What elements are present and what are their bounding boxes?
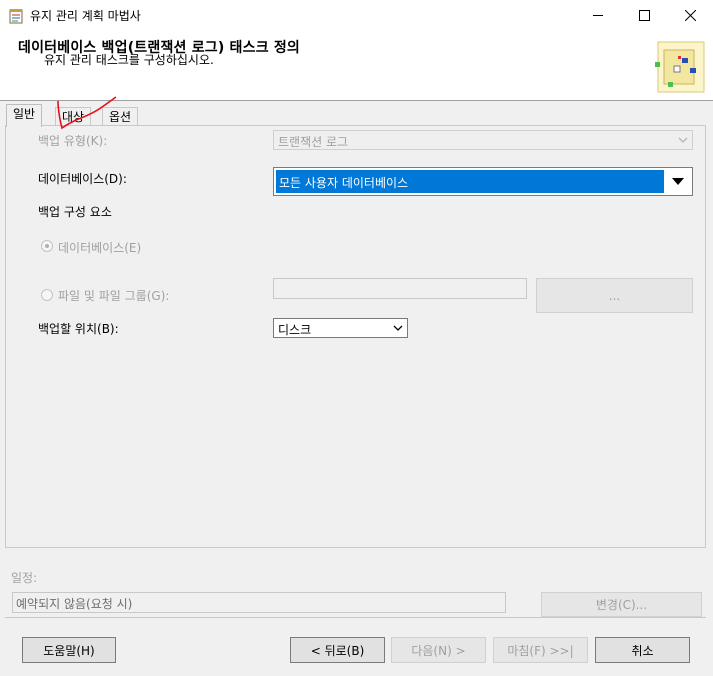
footer-divider [5,617,706,618]
database-dropdown-button[interactable] [665,169,691,194]
radio-files-filegroups[interactable] [41,289,53,301]
dropdown-arrow-icon [672,177,684,185]
finish-button[interactable]: 마침(F) >>| [493,637,588,663]
wizard-graphic-icon [655,41,705,93]
cancel-button[interactable]: 취소 [595,637,690,663]
wizard-app-icon [9,9,23,24]
window-title: 유지 관리 계획 마법사 [30,9,141,23]
close-button[interactable] [667,0,713,31]
files-filegroups-input[interactable] [273,278,527,299]
schedule-field: 예약되지 않음(요청 시) [12,592,506,613]
backup-to-value: 디스크 [278,323,312,337]
backup-type-select[interactable]: 트랜잭션 로그 [273,130,693,150]
radio-files-label: 파일 및 파일 그룹(G): [58,289,170,303]
radio-database[interactable] [41,240,53,252]
help-button[interactable]: 도움말(H) [22,637,116,663]
back-button[interactable]: < 뒤로(B) [290,637,385,663]
maximize-button[interactable] [621,0,667,31]
database-select[interactable]: 모든 사용자 데이터베이스 [273,167,693,196]
schedule-label: 일정: [11,571,38,585]
chevron-down-icon [393,325,403,331]
minimize-button[interactable] [575,0,621,31]
backup-component-label: 백업 구성 요소 [38,205,112,219]
tab-general[interactable]: 일반 [6,104,43,127]
backup-type-value: 트랜잭션 로그 [278,135,349,149]
backup-type-label: 백업 유형(K): [38,134,108,148]
backup-to-label: 백업할 위치(B): [38,322,119,336]
browse-files-button[interactable]: ... [536,278,693,313]
tab-destination[interactable]: 대상 [55,107,92,127]
schedule-change-button[interactable]: 변경(C)... [541,592,702,617]
chevron-down-icon [678,137,688,143]
database-value: 모든 사용자 데이터베이스 [279,176,409,190]
radio-database-label: 데이터베이스(E) [58,241,142,255]
title-bar: 유지 관리 계획 마법사 [0,0,713,31]
close-icon [684,10,696,21]
database-label: 데이터베이스(D): [38,172,127,186]
backup-to-select[interactable]: 디스크 [273,318,408,338]
schedule-value: 예약되지 않음(요청 시) [16,597,133,611]
tab-options[interactable]: 옵션 [102,107,139,127]
page-subtitle: 유지 관리 태스크를 구성하십시오. [44,53,214,67]
minimize-icon [592,15,603,16]
next-button[interactable]: 다음(N) > [391,637,486,663]
maximize-icon [638,10,650,21]
